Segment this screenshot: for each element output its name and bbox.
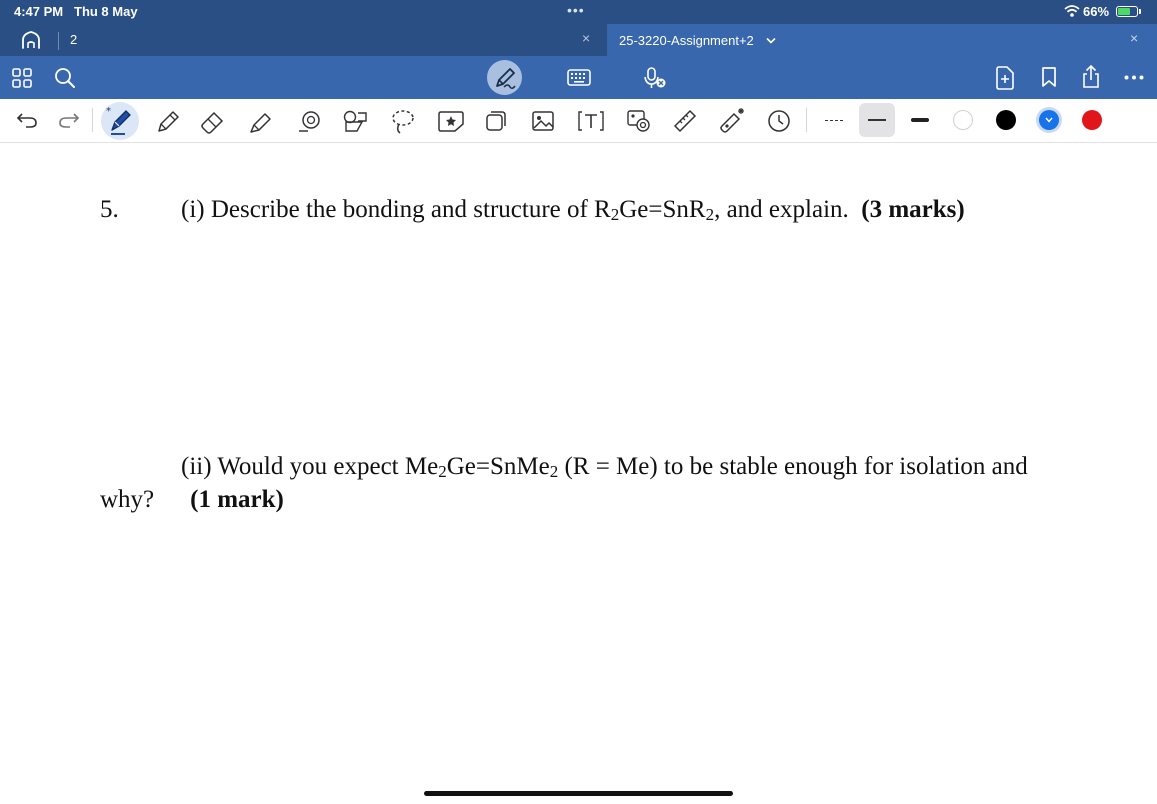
status-date: Thu 8 May: [74, 4, 138, 19]
part2-prefix: (ii) Would you expect Me: [181, 453, 439, 480]
ruler-icon[interactable]: [672, 108, 698, 134]
battery-fill: [1118, 8, 1130, 15]
laser-pointer-icon[interactable]: [719, 106, 747, 134]
home-icon[interactable]: [20, 30, 42, 50]
home-indicator[interactable]: [424, 791, 733, 796]
stroke-dashed-option[interactable]: [825, 120, 843, 121]
pencil-icon[interactable]: [155, 109, 181, 135]
keyboard-icon[interactable]: [567, 69, 591, 86]
close-active-tab-icon[interactable]: ×: [1130, 30, 1138, 46]
stroke-thick-option[interactable]: [911, 118, 929, 122]
eraser-icon[interactable]: [200, 109, 226, 135]
shape-icon[interactable]: [296, 109, 322, 135]
sticker-icon[interactable]: [437, 109, 465, 133]
share-icon[interactable]: [1081, 64, 1101, 89]
color-swatch-black[interactable]: [996, 110, 1016, 130]
add-page-icon[interactable]: [995, 66, 1015, 90]
text-box-icon[interactable]: [577, 109, 605, 133]
bookmark-icon[interactable]: [1041, 66, 1057, 88]
svg-text:*: *: [106, 106, 111, 117]
part2-mid: Ge=SnMe: [446, 453, 550, 480]
image-icon[interactable]: [531, 109, 555, 133]
question-part-1: (i) Describe the bonding and structure o…: [181, 196, 965, 224]
part1-suffix: , and explain.: [714, 196, 862, 223]
toolbar-divider: [806, 108, 807, 132]
battery-icon: [1116, 6, 1138, 17]
tab-count[interactable]: 2: [70, 32, 77, 47]
fountain-pen-icon[interactable]: *: [106, 106, 134, 136]
battery-percent: 66%: [1083, 4, 1110, 19]
question-part-2-continued: why? (1 mark): [100, 486, 284, 514]
part2-subscript-1: 2: [438, 462, 447, 481]
part1-marks: (3 marks): [861, 196, 965, 223]
status-time: 4:47 PM: [14, 4, 64, 19]
highlighter-icon[interactable]: [248, 109, 274, 135]
part1-subscript-1: 2: [610, 205, 620, 224]
redo-icon[interactable]: [58, 111, 80, 129]
status-bar: 4:47 PM Thu 8 May ••• 66%: [0, 0, 1157, 24]
part2-subscript-2: 2: [549, 462, 559, 481]
battery-tip: [1139, 9, 1141, 14]
part1-mid: Ge=SnR: [619, 196, 706, 223]
dictation-icon[interactable]: [643, 66, 667, 90]
main-toolbar: [0, 56, 1157, 99]
close-tab-icon[interactable]: ×: [582, 30, 590, 46]
part2-line2: why?: [100, 486, 155, 513]
wifi-icon: [1064, 5, 1080, 17]
drawing-toolbar: *: [0, 99, 1157, 143]
stroke-thin-line: [868, 119, 886, 121]
more-icon[interactable]: [1124, 75, 1144, 80]
chevron-down-icon[interactable]: [766, 37, 776, 45]
tab-title[interactable]: 25-3220-Assignment+2: [619, 33, 754, 48]
sticky-note-icon[interactable]: [484, 109, 508, 133]
search-icon[interactable]: [54, 67, 76, 89]
part2-suffix: (R = Me) to be stable enough for isolati…: [558, 453, 1028, 480]
pen-mode-icon[interactable]: [493, 66, 517, 90]
grid-icon[interactable]: [12, 68, 32, 88]
tab-separator: [58, 32, 59, 50]
question-part-2: (ii) Would you expect Me2Ge=SnMe2 (R = M…: [181, 453, 1028, 481]
multitasking-dots-icon[interactable]: •••: [567, 2, 585, 18]
color-swatch-white[interactable]: [953, 110, 973, 130]
tab-bar: 2 × 25-3220-Assignment+2 ×: [0, 24, 1157, 56]
undo-icon[interactable]: [16, 111, 38, 129]
question-number: 5.: [100, 196, 119, 223]
part2-marks: (1 mark): [190, 486, 284, 513]
part1-prefix: (i) Describe the bonding and structure o…: [181, 196, 611, 223]
color-swatch-red[interactable]: [1082, 110, 1102, 130]
toolbar-divider: [92, 108, 93, 132]
clock-icon[interactable]: [767, 109, 791, 133]
scan-icon[interactable]: [626, 108, 652, 134]
element-icon[interactable]: [342, 109, 370, 135]
part1-subscript-2: 2: [705, 205, 715, 224]
lasso-icon[interactable]: [390, 108, 416, 136]
chevron-down-icon: [1045, 117, 1053, 123]
